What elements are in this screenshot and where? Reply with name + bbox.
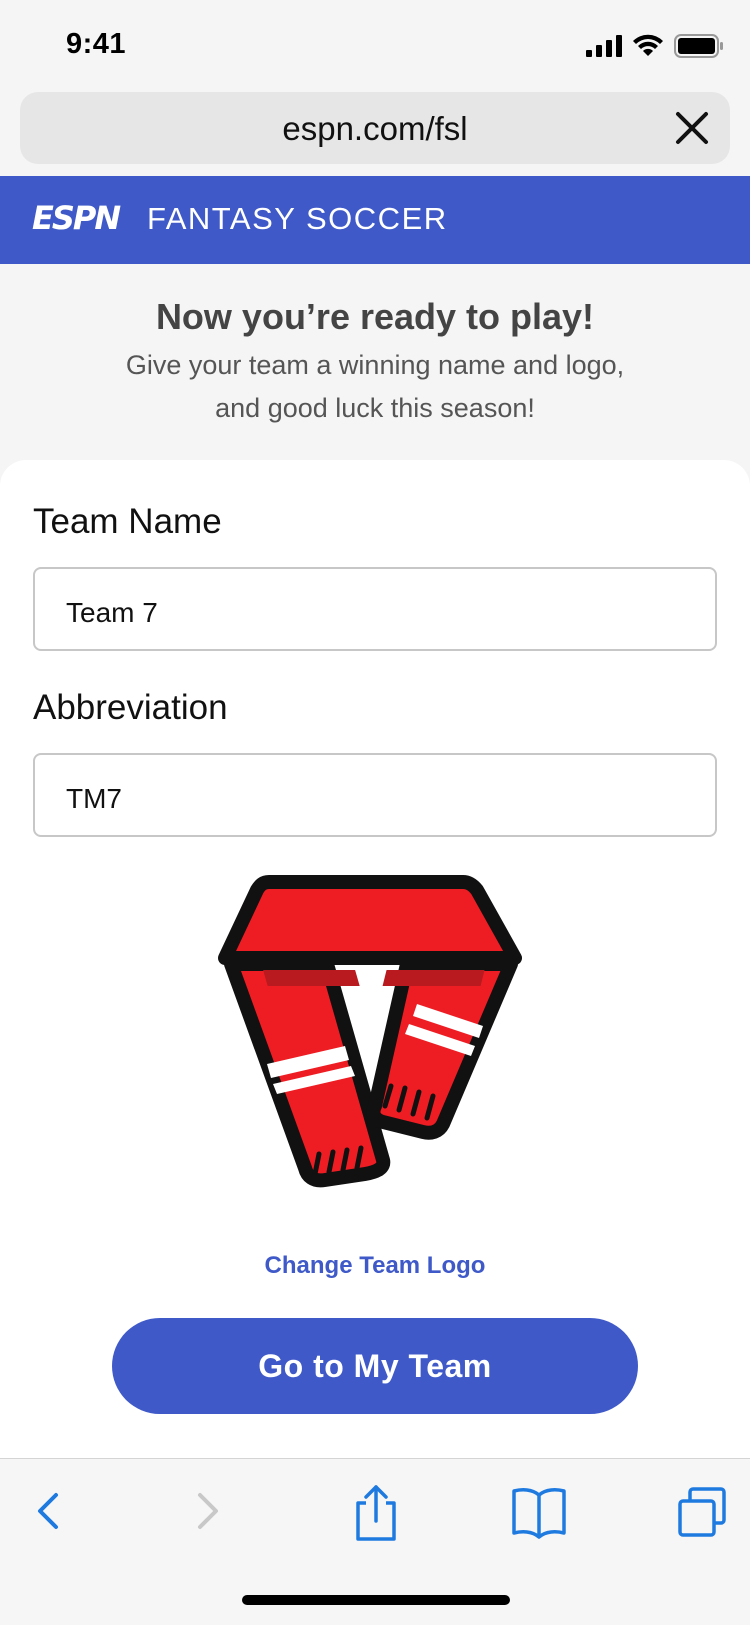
back-icon[interactable] <box>26 1481 70 1541</box>
app-header: ESPN FANTASY SOCCER <box>0 176 750 264</box>
app-title: FANTASY SOCCER <box>147 201 448 236</box>
svg-text:ESPN: ESPN <box>32 202 121 232</box>
battery-icon <box>674 34 723 58</box>
close-icon[interactable] <box>670 106 714 150</box>
team-name-label: Team Name <box>33 502 222 541</box>
team-name-value: Team 7 <box>66 597 158 628</box>
scarf-icon <box>218 875 522 1188</box>
url-text: espn.com/fsl <box>282 110 468 147</box>
intro-subtext: Give your team a winning name and logo, … <box>125 350 625 423</box>
forward-icon <box>198 1493 218 1529</box>
team-name-field[interactable]: Team 7 <box>33 567 717 651</box>
status-icons <box>586 34 724 58</box>
status-time: 9:41 <box>66 28 127 60</box>
tabs-icon[interactable] <box>674 1481 730 1541</box>
signal-icon <box>586 35 622 57</box>
abbreviation-field[interactable]: TM7 <box>33 753 717 837</box>
share-icon[interactable] <box>350 1481 402 1545</box>
espn-logo: ESPN <box>32 202 123 232</box>
bookmarks-icon[interactable] <box>510 1481 568 1541</box>
home-indicator <box>242 1595 510 1605</box>
go-to-my-team-button[interactable]: Go to My Team <box>112 1318 638 1414</box>
change-team-logo-link[interactable]: Change Team Logo <box>0 1252 750 1280</box>
abbreviation-value: TM7 <box>66 783 122 814</box>
intro-section: Now you’re ready to play! Give your team… <box>0 264 750 460</box>
url-bar[interactable]: espn.com/fsl <box>20 92 730 164</box>
intro-heading: Now you’re ready to play! <box>155 296 595 337</box>
team-setup-card: Team Name Team 7 Abbreviation TM7 Change… <box>0 460 750 1458</box>
browser-toolbar <box>0 1458 750 1625</box>
abbreviation-label: Abbreviation <box>33 688 228 727</box>
status-bar: 9:41 <box>0 0 750 90</box>
wifi-icon <box>633 34 663 56</box>
